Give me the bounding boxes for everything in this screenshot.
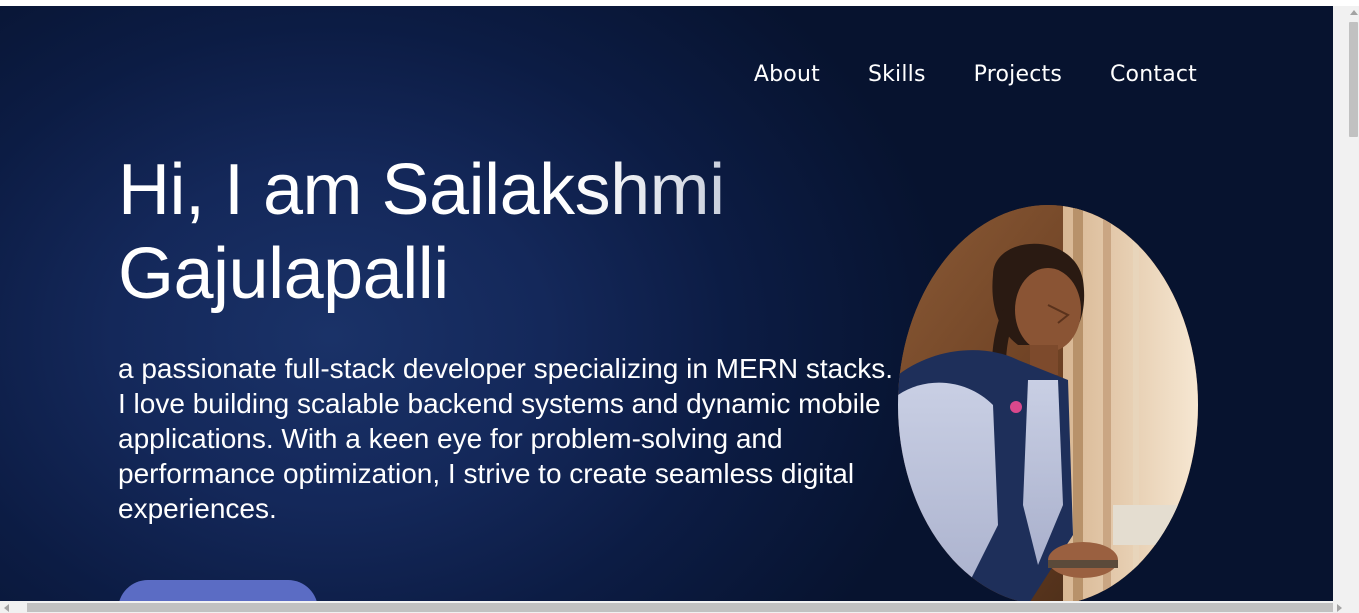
hero-title: Hi, I am Sailakshmi Gajulapalli (118, 148, 878, 316)
scroll-up-arrow-icon[interactable] (1350, 10, 1358, 15)
horizontal-scrollbar[interactable] (0, 601, 1359, 613)
hero-title-line-2: Gajulapalli (118, 234, 449, 314)
profile-photo-illustration (898, 205, 1198, 601)
nav-link-projects[interactable]: Projects (974, 62, 1062, 87)
hero-cta-button[interactable] (118, 580, 318, 601)
vertical-scrollbar-thumb[interactable] (1349, 22, 1358, 137)
hero-title-line-1: Hi, I am Sailakshmi (118, 150, 725, 230)
main-nav: About Skills Projects Contact (754, 62, 1197, 87)
nav-link-contact[interactable]: Contact (1110, 62, 1197, 87)
horizontal-scrollbar-thumb[interactable] (27, 603, 1333, 612)
scroll-right-arrow-icon[interactable] (1337, 604, 1342, 612)
hero-description: a passionate full-stack developer specia… (118, 353, 894, 524)
scroll-left-arrow-icon[interactable] (4, 604, 9, 612)
vertical-scrollbar[interactable] (1333, 6, 1359, 601)
profile-photo (898, 205, 1198, 601)
hero-section: About Skills Projects Contact Hi, I am S… (0, 6, 1333, 601)
nav-link-skills[interactable]: Skills (868, 62, 926, 87)
nav-link-about[interactable]: About (754, 62, 820, 87)
